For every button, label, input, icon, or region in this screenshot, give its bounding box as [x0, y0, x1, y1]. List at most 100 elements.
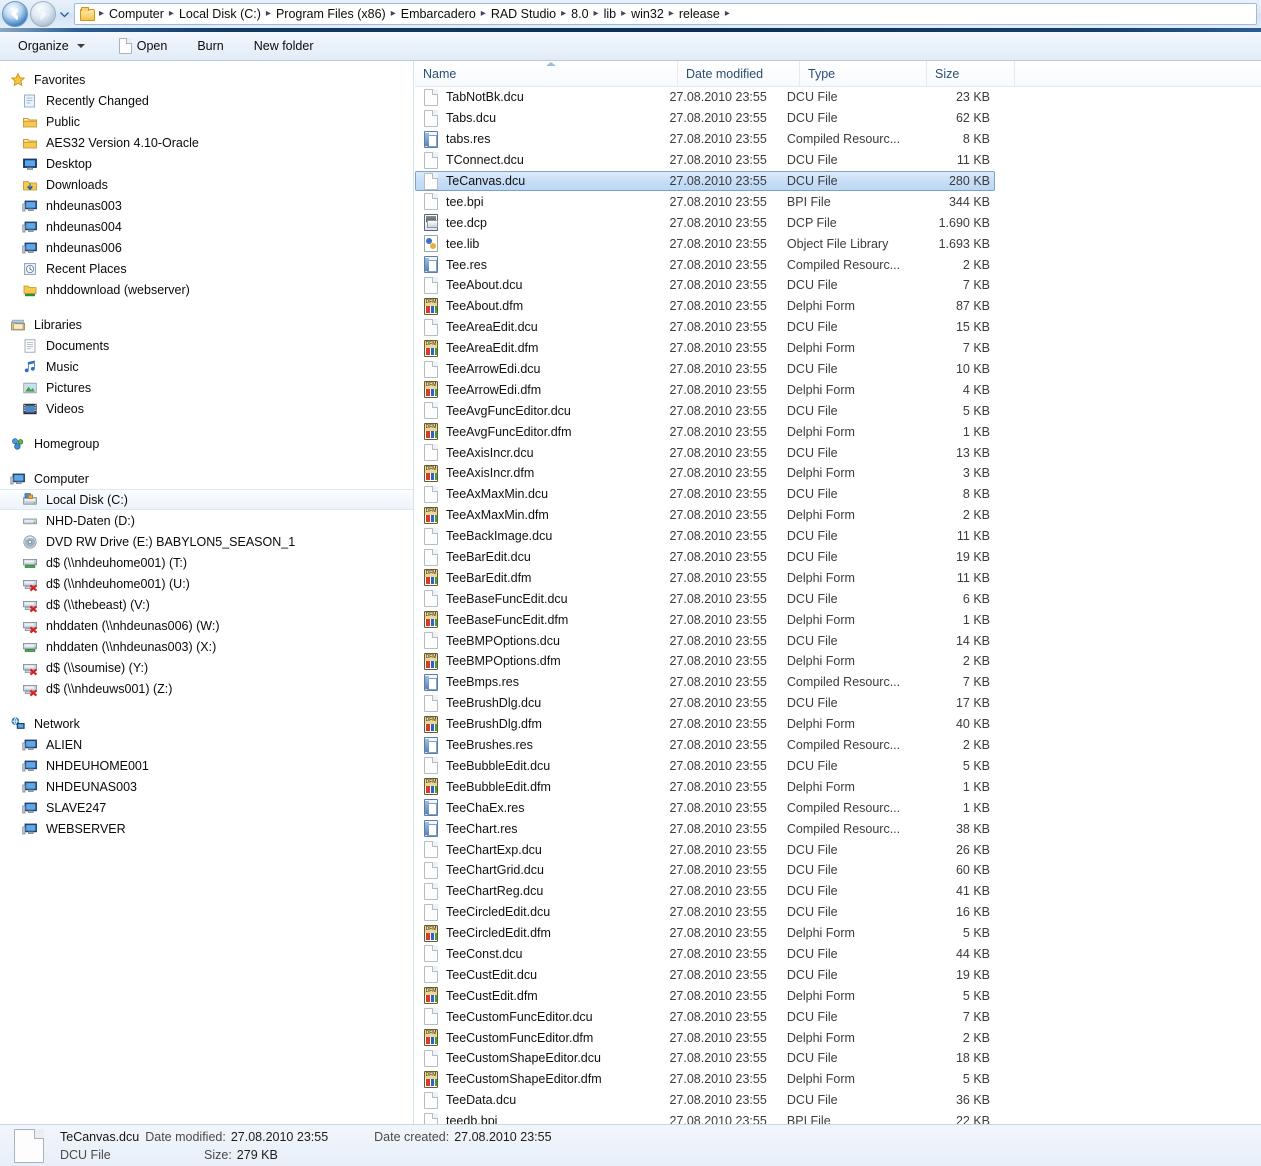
cell-name[interactable]: TeeBMPOptions.dcu [416, 632, 669, 650]
table-row[interactable]: TeeBmps.res 27.08.2010 23:55 Compiled Reso… [415, 672, 995, 693]
table-row[interactable]: TeeChaEx.res 27.08.2010 23:55 Compiled Res… [415, 797, 995, 818]
table-row[interactable]: TeeBackImage.dcu 27.08.2010 23:55 DCU File… [415, 526, 995, 547]
column-header-date-modified[interactable]: Date modified [678, 61, 800, 87]
table-row[interactable]: TeeCircledEdit.dcu 27.08.2010 23:55 DCU Fi… [415, 902, 995, 923]
file-list-pane[interactable]: Name Date modified Type Size TabNotBk.dcu 27… [415, 61, 1261, 1124]
cell-name[interactable]: tee.dcp [416, 214, 669, 232]
sidebar-group-favorites[interactable]: Favorites [0, 69, 413, 90]
breadcrumb-separator[interactable]: ▸ [592, 4, 601, 24]
cell-name[interactable]: TeeAbout.dcu [416, 276, 669, 294]
table-row[interactable]: TeeAreaEdit.dfm 27.08.2010 23:55 Delphi Fo… [415, 338, 995, 359]
sidebar-item-nhdeunas006[interactable]: nhdeunas006 [0, 237, 413, 258]
sidebar-group-homegroup[interactable]: Homegroup [0, 433, 413, 454]
table-row[interactable]: TeeBubbleEdit.dfm 27.08.2010 23:55 Delphi … [415, 776, 995, 797]
breadcrumb-separator[interactable]: ▸ [264, 4, 273, 24]
sidebar-item-nhddaten-nhdeunas006-w[interactable]: nhddaten (\\nhdeunas006) (W:) [0, 615, 413, 636]
cell-name[interactable]: teedb.bpi [416, 1112, 669, 1124]
cell-name[interactable]: TeeBrushes.res [416, 736, 669, 754]
table-row[interactable]: TeeBaseFuncEdit.dfm 27.08.2010 23:55 Delph… [415, 609, 995, 630]
table-row[interactable]: tee.lib 27.08.2010 23:55 Object File Libra… [415, 233, 995, 254]
sidebar-item-local-disk-c[interactable]: Local Disk (C:) [0, 489, 413, 510]
breadcrumb-release[interactable]: release [676, 4, 723, 24]
sidebar-item-d-soumise-y[interactable]: d$ (\\soumise) (Y:) [0, 657, 413, 678]
table-row[interactable]: TeeBubbleEdit.dcu 27.08.2010 23:55 DCU Fil… [415, 756, 995, 777]
table-row[interactable]: tee.bpi 27.08.2010 23:55 BPI File 344 KB [415, 191, 995, 212]
table-row[interactable]: tabs.res 27.08.2010 23:55 Compiled Resourc… [415, 129, 995, 150]
sidebar-item-slave247[interactable]: SLAVE247 [0, 797, 413, 818]
table-row[interactable]: TeeCircledEdit.dfm 27.08.2010 23:55 Delphi… [415, 923, 995, 944]
table-row[interactable]: TeeBrushes.res 27.08.2010 23:55 Compiled R… [415, 735, 995, 756]
breadcrumb-win32[interactable]: win32 [628, 4, 667, 24]
file-rows[interactable]: TabNotBk.dcu 27.08.2010 23:55 DCU File 23 K… [415, 87, 1261, 1124]
breadcrumb-separator[interactable]: ▸ [559, 4, 568, 24]
sidebar-item-recently-changed[interactable]: Recently Changed [0, 90, 413, 111]
cell-name[interactable]: TeeBaseFuncEdit.dcu [416, 590, 669, 608]
table-row[interactable]: TeeAxMaxMin.dfm 27.08.2010 23:55 Delphi Fo… [415, 505, 995, 526]
sidebar-item-d-nhdeuhome001-t[interactable]: d$ (\\nhdeuhome001) (T:) [0, 552, 413, 573]
cell-name[interactable]: TeeBubbleEdit.dfm [416, 778, 669, 796]
table-row[interactable]: TeeBaseFuncEdit.dcu 27.08.2010 23:55 DCU F… [415, 588, 995, 609]
cell-name[interactable]: TeeCustEdit.dcu [416, 966, 669, 984]
table-row[interactable]: TeeCustomFuncEditor.dfm 27.08.2010 23:55 D… [415, 1027, 995, 1048]
table-row[interactable]: TeeCustEdit.dfm 27.08.2010 23:55 Delphi Fo… [415, 985, 995, 1006]
cell-name[interactable]: TeeChartGrid.dcu [416, 861, 669, 879]
breadcrumb-program-files[interactable]: Program Files (x86) [273, 4, 389, 24]
cell-name[interactable]: TeeBMPOptions.dfm [416, 652, 669, 670]
cell-name[interactable]: TeeBaseFuncEdit.dfm [416, 611, 669, 629]
table-row[interactable]: TeeBarEdit.dfm 27.08.2010 23:55 Delphi For… [415, 567, 995, 588]
cell-name[interactable]: TeeAxMaxMin.dcu [416, 485, 669, 503]
cell-name[interactable]: TeeCustomFuncEditor.dcu [416, 1008, 669, 1026]
cell-name[interactable]: TeeBubbleEdit.dcu [416, 757, 669, 775]
table-row[interactable]: TeeData.dcu 27.08.2010 23:55 DCU File 36 KB [415, 1090, 995, 1111]
sidebar-item-nhdeuhome001[interactable]: NHDEUHOME001 [0, 755, 413, 776]
open-button[interactable]: Open [109, 34, 178, 58]
cell-name[interactable]: TeeCircledEdit.dcu [416, 903, 669, 921]
cell-name[interactable]: TeeAreaEdit.dfm [416, 339, 669, 357]
table-row[interactable]: TeeConst.dcu 27.08.2010 23:55 DCU File 44 K… [415, 944, 995, 965]
breadcrumb-version[interactable]: 8.0 [568, 4, 591, 24]
column-header-name[interactable]: Name [415, 61, 678, 87]
cell-name[interactable]: TeeBarEdit.dfm [416, 569, 669, 587]
cell-name[interactable]: TeeCustomFuncEditor.dfm [416, 1029, 669, 1047]
sidebar-item-d-thebeast-v[interactable]: d$ (\\thebeast) (V:) [0, 594, 413, 615]
column-header-type[interactable]: Type [800, 61, 927, 87]
breadcrumb-separator[interactable]: ▸ [723, 4, 732, 24]
new-folder-button[interactable]: New folder [244, 35, 324, 57]
sidebar-item-recent-places[interactable]: Recent Places [0, 258, 413, 279]
breadcrumb-local-disk[interactable]: Local Disk (C:) [176, 4, 264, 24]
sidebar-item-aes32-version-4-10-oracle[interactable]: AES32 Version 4.10-Oracle [0, 132, 413, 153]
cell-name[interactable]: TeeCustomShapeEditor.dfm [416, 1070, 669, 1088]
forward-button[interactable] [30, 1, 56, 27]
table-row[interactable]: teedb.bpi 27.08.2010 23:55 BPI File 22 KB [415, 1111, 995, 1124]
breadcrumb-separator[interactable]: ▸ [389, 4, 398, 24]
cell-name[interactable]: TeeChaEx.res [416, 799, 669, 817]
cell-name[interactable]: tabs.res [416, 130, 669, 148]
table-row[interactable]: TeeArrowEdi.dfm 27.08.2010 23:55 Delphi Fo… [415, 379, 995, 400]
table-row[interactable]: TeeAxisIncr.dcu 27.08.2010 23:55 DCU File 1… [415, 442, 995, 463]
table-row[interactable]: TeeBMPOptions.dfm 27.08.2010 23:55 Delphi … [415, 651, 995, 672]
table-row[interactable]: TeeChartExp.dcu 27.08.2010 23:55 DCU File 2… [415, 839, 995, 860]
table-row[interactable]: TeeAxMaxMin.dcu 27.08.2010 23:55 DCU File 8… [415, 484, 995, 505]
cell-name[interactable]: TConnect.dcu [416, 151, 669, 169]
breadcrumb-lib[interactable]: lib [601, 4, 620, 24]
cell-name[interactable]: TeeBarEdit.dcu [416, 548, 669, 566]
table-row[interactable]: TeeAreaEdit.dcu 27.08.2010 23:55 DCU File 1… [415, 317, 995, 338]
table-row[interactable]: TeCanvas.dcu 27.08.2010 23:55 DCU File 280 … [415, 170, 995, 192]
cell-name[interactable]: tee.bpi [416, 193, 669, 211]
breadcrumb-rad-studio[interactable]: RAD Studio [488, 4, 559, 24]
breadcrumb-separator[interactable]: ▸ [667, 4, 676, 24]
cell-name[interactable]: TeeData.dcu [416, 1091, 669, 1109]
sidebar-item-music[interactable]: Music [0, 356, 413, 377]
cell-name[interactable]: TeeAxisIncr.dcu [416, 444, 669, 462]
table-row[interactable]: TeeChart.res 27.08.2010 23:55 Compiled Res… [415, 818, 995, 839]
cell-name[interactable]: TeeCircledEdit.dfm [416, 924, 669, 942]
sidebar-item-nhd-daten-d[interactable]: NHD-Daten (D:) [0, 510, 413, 531]
sidebar-item-d-nhdeuws001-z[interactable]: d$ (\\nhdeuws001) (Z:) [0, 678, 413, 699]
navigation-pane[interactable]: Favorites Recently Changed Public AES32 Ver… [0, 61, 414, 1124]
sidebar-group-network[interactable]: Network [0, 713, 413, 734]
sidebar-item-videos[interactable]: Videos [0, 398, 413, 419]
sidebar-group-libraries[interactable]: Libraries [0, 314, 413, 335]
sidebar-item-nhddaten-nhdeunas003-x[interactable]: nhddaten (\\nhdeunas003) (X:) [0, 636, 413, 657]
table-row[interactable]: TeeBrushDlg.dcu 27.08.2010 23:55 DCU File 1… [415, 693, 995, 714]
cell-name[interactable]: TeeBrushDlg.dcu [416, 694, 669, 712]
